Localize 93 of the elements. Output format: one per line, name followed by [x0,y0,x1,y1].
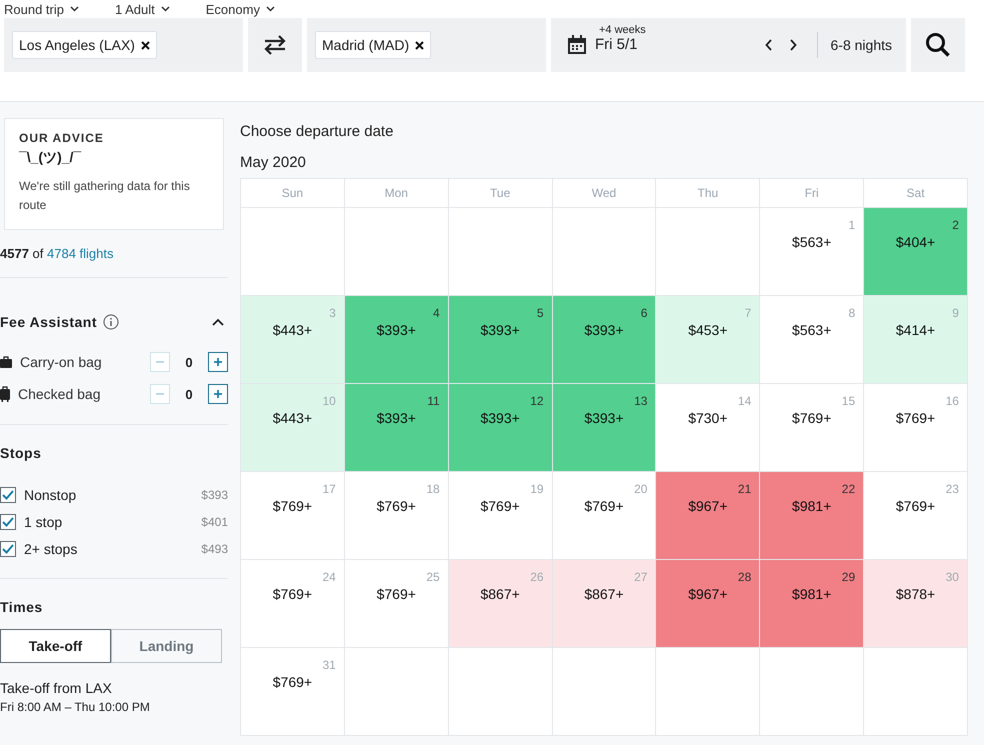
stop-label: Nonstop [24,486,76,502]
calendar-day-cell[interactable]: 7 $453+ [656,296,760,384]
increase-button[interactable] [208,384,228,404]
section-title: Stops [0,445,42,461]
flight-count-text: 4577 of 4784 flights [0,230,228,278]
checkbox[interactable] [0,540,16,556]
date-text[interactable]: Fri 5/1 [595,36,753,52]
weekday-header: Fri [760,179,864,208]
bag-label: Checked bag [18,386,102,402]
trip-option-dropdown[interactable]: Round trip [4,2,79,16]
bag-label: Carry-on bag [20,354,103,370]
calendar-day-cell[interactable]: 9 $414+ [864,296,968,384]
stop-label: 2+ stops [24,540,78,556]
bag-count: 0 [184,386,194,402]
calendar-day-cell[interactable]: 23 $769+ [864,472,968,560]
search-button[interactable] [911,18,965,72]
calendar-day-cell[interactable]: 28 $967+ [656,560,760,648]
calendar-day-cell[interactable]: 14 $730+ [656,384,760,472]
close-icon[interactable] [415,40,424,50]
section-title: Times [0,599,43,615]
calendar-day-cell[interactable]: 10 $443+ [241,384,345,472]
weekday-header: Sat [864,179,968,208]
origin-text: Los Angeles (LAX) [19,37,135,53]
calendar-day-cell[interactable]: 11 $393+ [344,384,449,472]
nights-text[interactable]: 6-8 nights [816,32,892,58]
calendar-day-cell[interactable]: 18 $769+ [344,472,449,560]
info-icon[interactable] [103,314,120,330]
trip-option-dropdown[interactable]: 1 Adult [114,2,170,16]
calendar-title: Choose departure date [240,123,394,140]
weekday-header: Wed [552,179,656,208]
chevron-left-icon [764,39,773,51]
time-tab[interactable]: Landing [111,629,222,663]
time-tab[interactable]: Take-off [0,629,111,663]
flights-link[interactable]: 4784 flights [47,246,114,261]
checkbox[interactable] [0,486,16,502]
calendar-day-cell[interactable]: 17 $769+ [241,472,345,560]
caret-icon [160,6,170,12]
plus-icon [213,357,223,367]
section-title: Fee Assistant [0,314,98,330]
weekday-header: Mon [344,179,449,208]
calendar-day-cell[interactable]: 27 $867+ [552,560,656,648]
increase-button[interactable] [208,352,228,372]
bag-count: 0 [184,354,194,370]
caret-icon [266,6,275,12]
chevron-right-icon [788,39,797,51]
stop-price: $401 [201,514,228,528]
calendar-day-cell[interactable]: 13 $393+ [552,384,656,472]
calendar-day-cell[interactable]: 6 $393+ [552,296,656,384]
chevron-up-icon[interactable] [212,318,224,326]
calendar-day-cell[interactable]: 26 $867+ [448,560,553,648]
checkbox[interactable] [0,514,16,530]
calendar-day-cell[interactable]: 3 $443+ [241,296,345,384]
stop-price: $393 [201,488,228,502]
calendar-day-cell[interactable]: 19 $769+ [448,472,553,560]
weekday-header: Sun [241,179,345,208]
calendar-day-cell[interactable]: 1 $563+ [760,208,864,296]
advice-title: OUR ADVICE [19,131,105,145]
shrug-text: ¯\_(ツ)_/¯ [19,149,82,167]
plus-icon [213,389,223,399]
trip-option-dropdown[interactable]: Economy [206,2,275,16]
calendar-day-cell[interactable]: 2 $404+ [864,208,968,296]
swap-arrows-icon [263,35,287,55]
briefcase-icon [0,356,12,368]
caret-icon [70,6,79,12]
close-icon[interactable] [140,40,150,50]
weekday-header: Thu [656,179,760,208]
weekday-header: Tue [448,179,553,208]
calendar-day-cell[interactable]: 31 $769+ [241,648,345,736]
calendar-day-cell[interactable]: 21 $967+ [656,472,760,560]
month-title: May 2020 [240,154,307,171]
calendar-day-cell[interactable]: 24 $769+ [241,560,345,648]
suitcase-icon [0,386,10,402]
calendar-day-cell[interactable]: 5 $393+ [448,296,553,384]
time-range-text: Fri 8:00 AM – Thu 10:00 PM [0,700,151,714]
advice-text: We're still gathering data for this route [19,178,191,214]
calendar-icon [567,35,587,55]
calendar-day-cell[interactable]: 20 $769+ [552,472,656,560]
date-offset-text: +4 weeks [599,24,647,36]
stop-label: 1 stop [24,514,62,530]
calendar-day-cell[interactable]: 4 $393+ [344,296,449,384]
calendar-day-cell[interactable]: 12 $393+ [448,384,553,472]
calendar-day-cell[interactable]: 15 $769+ [760,384,864,472]
take-off-caption: Take-off from LAX [0,680,113,696]
calendar-day-cell[interactable]: 30 $878+ [864,560,968,648]
calendar-day-cell[interactable]: 25 $769+ [344,560,449,648]
calendar-day-cell[interactable]: 8 $563+ [760,296,864,384]
destination-text: Madrid (MAD) [322,37,410,53]
calendar-day-cell[interactable]: 16 $769+ [864,384,968,472]
swap-button[interactable] [248,18,302,72]
calendar-day-cell[interactable]: 29 $981+ [760,560,864,648]
stop-price: $493 [201,542,228,556]
search-icon [925,32,951,58]
calendar-day-cell[interactable]: 22 $981+ [760,472,864,560]
